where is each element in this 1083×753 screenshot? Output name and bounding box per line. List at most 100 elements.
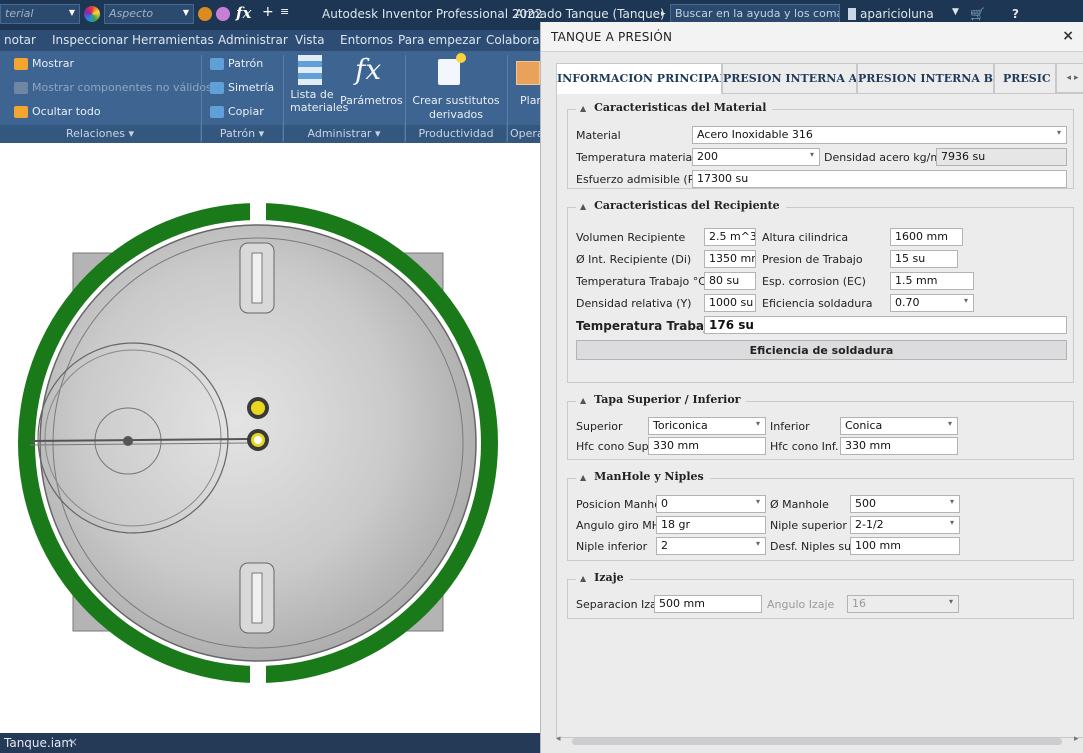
tab-entornos[interactable]: Entornos — [340, 33, 393, 47]
eficiencia-select[interactable]: 0.70 ▾ — [890, 294, 974, 312]
collapse-icon[interactable]: ▲ — [580, 103, 586, 113]
tank-top-view[interactable] — [0, 143, 540, 733]
lifting-lug-top-slot — [251, 252, 263, 304]
recipiente-group-title[interactable]: ▲ Caracteristicas del Recipiente — [576, 199, 786, 212]
tab-colaborar[interactable]: Colaborar — [486, 33, 545, 47]
collapse-icon[interactable]: ▲ — [580, 201, 586, 211]
help-icon[interactable]: ? — [1012, 7, 1019, 21]
manhole-group-title[interactable]: ▲ ManHole y Niples — [576, 470, 710, 483]
chevron-down-icon[interactable]: ▼ — [952, 7, 959, 17]
altura-field[interactable]: 1600 mm — [890, 228, 963, 246]
copiar-button[interactable]: Copiar — [210, 105, 264, 118]
group-patron[interactable]: Patrón ▾ — [202, 125, 282, 143]
material-select[interactable]: Acero Inoxidable 316 ▾ — [692, 126, 1067, 144]
esfuerzo-field[interactable]: 17300 su — [692, 170, 1067, 188]
posicion-manhole-select[interactable]: 0 ▾ — [656, 495, 766, 513]
tab-administrar[interactable]: Administrar — [218, 33, 288, 47]
user-name[interactable]: aparicioluna — [860, 7, 934, 21]
mostrar-button[interactable]: Mostrar — [14, 57, 74, 70]
plus-icon[interactable]: + — [262, 4, 274, 20]
group-productividad[interactable]: Productividad — [406, 125, 506, 143]
scroll-right-icon[interactable]: ▸ — [1074, 734, 1079, 744]
document-tab[interactable]: Tanque.iam — [4, 736, 73, 750]
material-group-title[interactable]: ▲ Caracteristicas del Material — [576, 101, 773, 114]
desf-niples-field[interactable]: 100 mm — [850, 537, 960, 555]
chevron-left-icon[interactable]: ◂ — [1067, 73, 1072, 83]
angulo-giro-field[interactable]: 18 gr — [656, 516, 766, 534]
densidad-relativa-field[interactable]: 1000 su — [704, 294, 756, 312]
collapse-icon[interactable]: ▲ — [580, 395, 586, 405]
diametro-manhole-select[interactable]: 500 ▾ — [850, 495, 960, 513]
angulo-izaje-select[interactable]: 16 ▾ — [847, 595, 959, 613]
appearance-dropdown[interactable]: Aspecto ▼ — [104, 4, 194, 24]
color-wheel-icon[interactable] — [84, 6, 100, 22]
separacion-izaje-field[interactable]: 500 mm — [654, 595, 762, 613]
izaje-group-title[interactable]: ▲ Izaje — [576, 571, 630, 584]
collapse-icon[interactable]: ▲ — [580, 472, 586, 482]
collapse-icon[interactable]: ▲ — [580, 573, 586, 583]
diametro-field[interactable]: 1350 mm — [704, 250, 756, 268]
appearance-clear-icon[interactable] — [198, 7, 212, 21]
hfc-sup-field[interactable]: 330 mm — [648, 437, 766, 455]
user-icon — [848, 8, 856, 20]
niple-superior-select[interactable]: 2-1/2 ▾ — [850, 516, 960, 534]
tab-herramientas[interactable]: Herramientas — [132, 33, 214, 47]
group-relaciones[interactable]: Relaciones ▾ — [0, 125, 200, 143]
inferior-select[interactable]: Conica ▾ — [840, 417, 958, 435]
fx-icon[interactable]: fx — [355, 53, 381, 86]
simetria-button[interactable]: Simetría — [210, 81, 274, 94]
tab-presion-interna-b[interactable]: PRESION INTERNA B — [857, 63, 994, 93]
temp-trabajo-f-field[interactable]: 176 su — [704, 316, 1067, 334]
group-administrar[interactable]: Administrar ▾ — [284, 125, 404, 143]
presion-field[interactable]: 15 su — [890, 250, 958, 268]
chevron-down-icon: ▾ — [1056, 128, 1061, 137]
tab-para-empezar[interactable]: Para empezar — [398, 33, 481, 47]
patron-button[interactable]: Patrón — [210, 57, 263, 70]
help-search-input[interactable]: Buscar en la ayuda y los comand — [670, 4, 840, 24]
ocultar-todo-button[interactable]: Ocultar todo — [14, 105, 101, 118]
bill-of-materials-icon[interactable] — [298, 55, 322, 85]
temp-material-select[interactable]: 200 ▾ — [692, 148, 820, 166]
parametros-button[interactable]: Parámetros — [340, 94, 403, 107]
eficiencia-soldadura-button[interactable]: Eficiencia de soldadura — [576, 340, 1067, 360]
densidad-field[interactable]: 7936 su — [936, 148, 1067, 166]
tab-vista[interactable]: Vista — [295, 33, 325, 47]
graphics-viewport[interactable] — [0, 143, 540, 733]
superior-select[interactable]: Toriconica ▾ — [648, 417, 766, 435]
hfc-inf-field[interactable]: 330 mm — [840, 437, 958, 455]
temp-trabajo-field[interactable]: 80 su — [704, 272, 756, 290]
nozzle-bore — [254, 436, 262, 444]
arrow-right-icon: ▸ — [661, 9, 666, 19]
hinge-bolt — [123, 436, 133, 446]
tapa-group-title[interactable]: ▲ Tapa Superior / Inferior — [576, 393, 747, 406]
tab-presion-externa[interactable]: PRESIC — [994, 63, 1056, 93]
scroll-left-icon[interactable]: ◂ — [556, 734, 561, 744]
volumen-field[interactable]: 2.5 m^3 — [704, 228, 756, 246]
close-button[interactable]: × — [1062, 28, 1074, 44]
plan-icon[interactable] — [516, 61, 540, 85]
close-icon[interactable]: × — [68, 735, 78, 749]
hfc-inf-label: Hfc cono Inf. — [770, 440, 839, 453]
desf-niples-label: Desf. Niples sup. — [770, 540, 862, 553]
tab-informacion-principal[interactable]: INFORMACION PRINCIPAL — [556, 63, 722, 94]
tab-presion-interna-a[interactable]: PRESION INTERNA A — [722, 63, 857, 93]
diametro-label: Ø Int. Recipiente (Di) — [576, 253, 692, 266]
tab-scroll-buttons[interactable]: ◂ ▸ — [1056, 63, 1083, 93]
fx-icon[interactable]: fx — [236, 4, 251, 22]
niple-inferior-select[interactable]: 2 ▾ — [656, 537, 766, 555]
cart-icon[interactable]: 🛒 — [970, 7, 985, 21]
crear-sustitutos-button[interactable]: Crear sustitutos derivados — [408, 94, 504, 122]
tab-inspeccionar[interactable]: Inspeccionar — [52, 33, 128, 47]
scroll-thumb[interactable] — [572, 738, 1062, 745]
chevron-right-icon[interactable]: ▸ — [1074, 73, 1079, 83]
mostrar-invalidos-button[interactable]: Mostrar componentes no válidos — [14, 81, 212, 94]
horizontal-scrollbar[interactable]: ◂ ▸ — [556, 734, 1083, 748]
material-dropdown[interactable]: terial ▼ — [0, 4, 80, 24]
tab-anotar[interactable]: notar — [4, 33, 36, 47]
lista-materiales-button[interactable]: Lista de materiales — [290, 88, 348, 114]
corrosion-field[interactable]: 1.5 mm — [890, 272, 974, 290]
menu-icon[interactable]: ≡ — [280, 5, 289, 18]
adjust-icon[interactable] — [216, 7, 230, 21]
derived-substitute-icon[interactable] — [438, 53, 466, 85]
superior-label: Superior — [576, 420, 623, 433]
